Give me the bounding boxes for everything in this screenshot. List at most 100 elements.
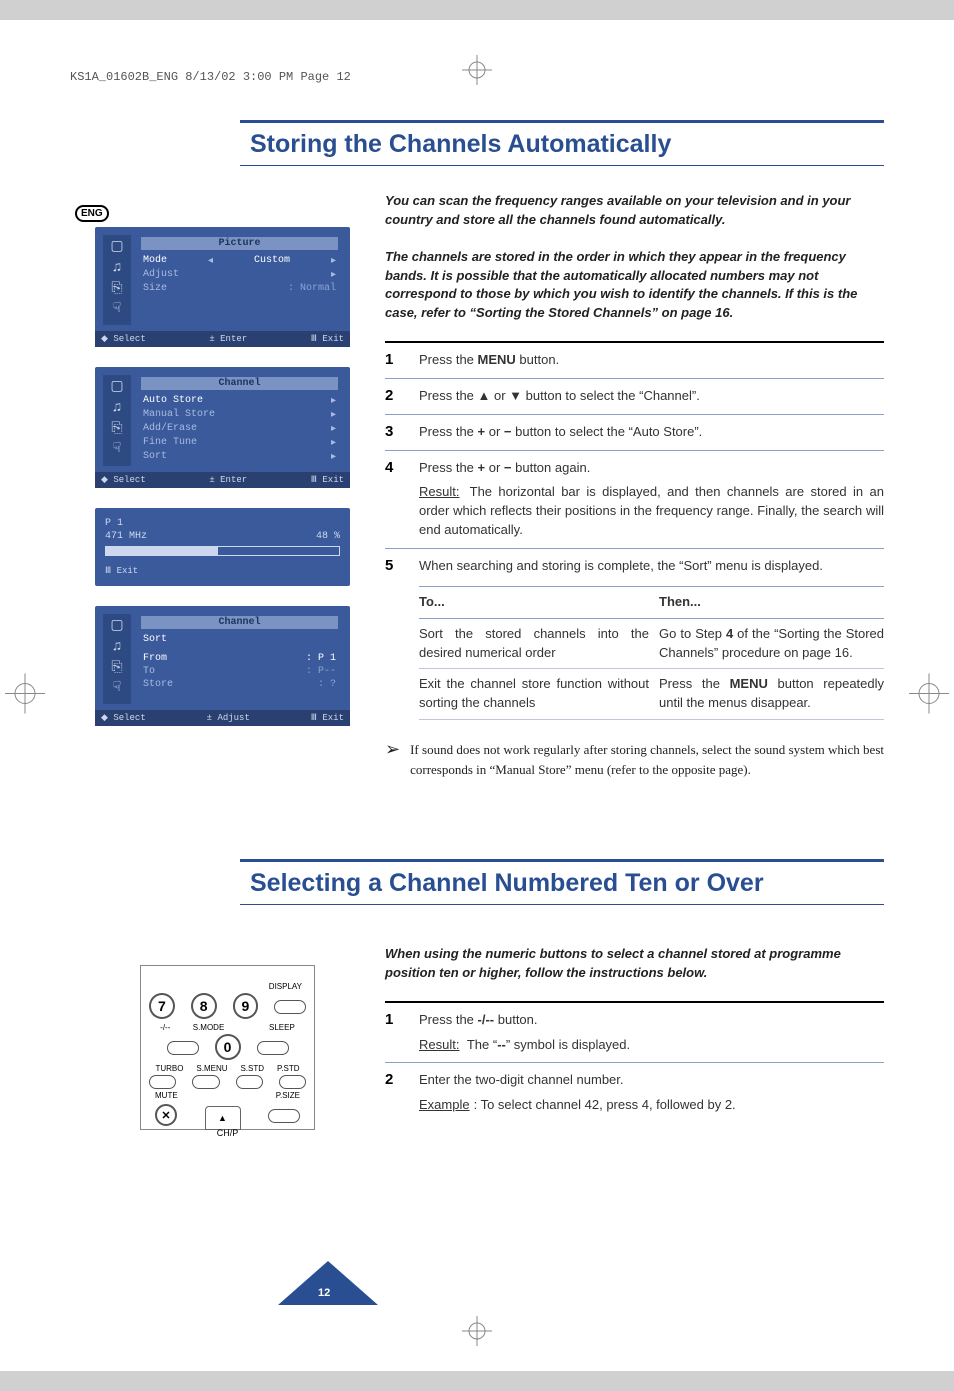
table-cell: Go to Step 4 of the “Sorting the Stored … <box>659 625 884 663</box>
osd-icon-strip: ▢ ♫ ⎘ ☟ <box>103 375 131 466</box>
picture-icon: ▢ <box>110 618 123 635</box>
result-label: Result: <box>419 1037 459 1052</box>
remote-pstd-button <box>279 1075 306 1089</box>
step-body: When searching and storing is complete, … <box>419 557 884 720</box>
osd-sort-head: Sort <box>143 634 167 645</box>
osd-row-label: Mode <box>143 255 167 267</box>
step-body: Press the ▲ or ▼ button to select the “C… <box>419 387 884 406</box>
action-table: To...Then...Sort the stored channels int… <box>419 586 884 720</box>
step-body: Enter the two-digit channel number.Examp… <box>419 1071 884 1115</box>
osd-foot-select: ◆ Select <box>101 334 146 344</box>
channel-icon: ⎘ <box>111 281 122 298</box>
osd-sort: ▢ ♫ ⎘ ☟ Channel Sort From: P 1 To: P-- S… <box>95 606 350 726</box>
table-cell: Press the MENU button repeatedly until t… <box>659 675 884 713</box>
osd-foot-exit: Ⅲ Exit <box>311 713 344 723</box>
remote-chp-button: ▲ <box>205 1106 241 1130</box>
remote-digit-8: 8 <box>191 993 217 1019</box>
osd-row-label: From <box>143 653 167 664</box>
function-icon: ☟ <box>113 680 122 697</box>
osd-foot-select: ◆ Select <box>101 713 146 723</box>
osd-foot-enter: ± Enter <box>209 475 247 485</box>
osd-sort-title: Channel <box>141 616 338 629</box>
remote-psize-button <box>268 1109 300 1123</box>
osd-row-label: Manual Store <box>143 409 215 421</box>
step-number: 4 <box>385 459 405 540</box>
remote-dash-button <box>167 1041 199 1055</box>
table-cell: Exit the channel store function without … <box>419 675 649 713</box>
osd-icon-strip: ▢ ♫ ⎘ ☟ <box>103 614 131 704</box>
lang-badge: ENG <box>75 205 109 222</box>
function-icon: ☟ <box>113 301 122 318</box>
progress-line2: 471 MHz <box>105 531 147 542</box>
osd-row-label: Adjust <box>143 269 179 281</box>
osd-row-value: : Normal <box>288 283 336 294</box>
table-row: Exit the channel store function without … <box>419 669 884 720</box>
intro-2: The channels are stored in the order in … <box>385 248 884 323</box>
remote-psize-label: P.SIZE <box>276 1091 300 1100</box>
remote-smode-label: S.MODE <box>193 1023 225 1032</box>
step: 3 Press the + or − button to select the … <box>385 414 884 450</box>
osd-channel-title: Channel <box>141 377 338 390</box>
picture-icon: ▢ <box>110 379 123 396</box>
picture-icon: ▢ <box>110 239 123 256</box>
instructions-column: You can scan the frequency ranges availa… <box>385 192 884 779</box>
osd-foot-enter: ± Enter <box>209 334 247 344</box>
progress-bar-fill <box>106 547 218 555</box>
remote-digit-7: 7 <box>149 993 175 1019</box>
step-number: 2 <box>385 1071 405 1115</box>
sound-icon: ♫ <box>113 639 121 656</box>
progress-percent: 48 % <box>316 531 340 542</box>
step: 2 Enter the two-digit channel number.Exa… <box>385 1062 884 1123</box>
step: 2 Press the ▲ or ▼ button to select the … <box>385 378 884 414</box>
remote-display-button <box>274 1000 306 1014</box>
doc-header: KS1A_01602B_ENG 8/13/02 3:00 PM Page 12 <box>70 70 351 84</box>
channel-icon: ⎘ <box>111 660 122 677</box>
step: 1 Press the -/-- button.Result: The “--”… <box>385 1001 884 1063</box>
osd-row-label: To <box>143 666 155 677</box>
osd-progress: P 1 471 MHz48 % Ⅲ Exit <box>95 508 350 586</box>
osd-foot-exit: Ⅲ Exit <box>311 475 344 485</box>
step-body: Press the MENU button. <box>419 351 884 370</box>
osd-row-label: Fine Tune <box>143 437 197 449</box>
osd-channel: ▢ ♫ ⎘ ☟ Channel Auto Store▸ Manual Store… <box>95 367 350 488</box>
section2-intro: When using the numeric buttons to select… <box>385 945 884 983</box>
osd-icon-strip: ▢ ♫ ⎘ ☟ <box>103 235 131 325</box>
remote-chp-label: CH/P <box>217 1128 239 1138</box>
step-number: 1 <box>385 1011 405 1055</box>
step-number: 1 <box>385 351 405 370</box>
step: 4 Press the + or − button again.Result: … <box>385 450 884 548</box>
remote-illustration: DISPLAY 7 8 9 -/-- S.MODE SLEEP <box>140 965 315 1130</box>
sound-icon: ♫ <box>113 260 121 277</box>
remote-sstd-button <box>236 1075 263 1089</box>
remote-mute-label: MUTE <box>155 1091 178 1100</box>
osd-row-label: Sort <box>143 451 167 463</box>
crop-mark-top <box>462 55 492 90</box>
step-number: 3 <box>385 423 405 442</box>
osd-row-label: Add/Erase <box>143 423 197 435</box>
remote-sstd-label: S.STD <box>240 1064 264 1073</box>
section2-title: Selecting a Channel Numbered Ten or Over <box>240 859 884 905</box>
remote-pstd-label: P.STD <box>277 1064 300 1073</box>
sound-icon: ♫ <box>113 400 121 417</box>
function-icon: ☟ <box>113 441 122 458</box>
osd-foot-exit: Ⅲ Exit <box>105 566 340 576</box>
osd-row-label: Store <box>143 679 173 690</box>
table-header: Then... <box>659 593 884 612</box>
remote-turbo-button <box>149 1075 176 1089</box>
remote-digit-9: 9 <box>233 993 259 1019</box>
note-text: If sound does not work regularly after s… <box>410 740 884 779</box>
note-arrow-icon: ➢ <box>385 740 400 779</box>
table-row: Sort the stored channels into the desire… <box>419 619 884 670</box>
table-cell: Sort the stored channels into the desire… <box>419 625 649 663</box>
crop-mark-bottom <box>462 1316 492 1351</box>
progress-bar <box>105 546 340 556</box>
osd-foot-select: ◆ Select <box>101 475 146 485</box>
step-body: Press the + or − button again.Result: Th… <box>419 459 884 540</box>
step: 1 Press the MENU button. <box>385 341 884 378</box>
osd-foot-adjust: ± Adjust <box>207 713 250 723</box>
crop-mark-right <box>909 673 949 718</box>
osd-row-label: Size <box>143 283 167 294</box>
osd-row-label: Auto Store <box>143 395 203 407</box>
remote-display-label: DISPLAY <box>269 982 302 991</box>
remote-sleep-button <box>257 1041 289 1055</box>
